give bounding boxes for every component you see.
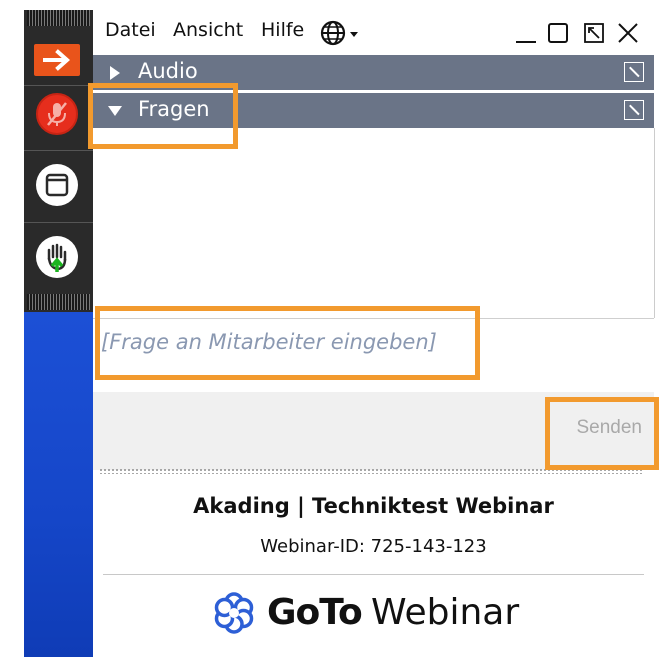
raise-hand-button[interactable] [36,236,78,278]
highlight-send-button [545,397,659,470]
popout-panel-icon[interactable] [624,100,644,120]
arrow-right-icon [43,49,71,71]
logo-goto-text: GoTo [267,592,363,633]
popout-panel-icon[interactable] [624,62,644,82]
webinar-info: Akading | Techniktest Webinar Webinar-ID… [93,476,654,657]
webinar-title: Akading | Techniktest Webinar [193,494,554,518]
window-icon [45,173,69,197]
goto-flower-icon [214,592,254,634]
questions-log [93,128,655,318]
sidebar-blue-area [24,312,93,657]
raise-hand-icon [47,243,67,272]
maximize-icon [548,23,568,43]
globe-icon [320,20,358,46]
control-sidebar [24,10,93,657]
triangle-right-icon [110,66,120,80]
close-button[interactable] [617,22,639,48]
mute-mic-button[interactable] [36,93,78,135]
maximize-button[interactable] [547,22,569,48]
menu-datei[interactable]: Datei [105,19,156,41]
highlight-fragen [88,83,238,149]
divider [103,574,644,575]
bottom-grip [27,294,90,310]
screen-view-button[interactable] [36,164,78,206]
minimize-button[interactable] [515,22,537,48]
menu-ansicht[interactable]: Ansicht [173,19,243,41]
collapse-panel-button[interactable] [34,44,80,76]
logo-webinar-text: Webinar [371,592,520,633]
audio-panel-label: Audio [138,59,198,83]
highlight-question-input [95,306,480,380]
top-grip [27,10,90,26]
minimize-icon [516,41,536,43]
close-icon [618,23,638,43]
language-menu[interactable] [319,19,369,51]
mic-muted-icon [47,102,67,126]
webinar-id: Webinar-ID: 725-143-123 [260,536,487,557]
menu-hilfe[interactable]: Hilfe [261,19,304,41]
popout-button[interactable] [583,22,605,48]
popout-icon [584,23,604,43]
menu-bar: Datei Ansicht Hilfe [93,10,660,54]
